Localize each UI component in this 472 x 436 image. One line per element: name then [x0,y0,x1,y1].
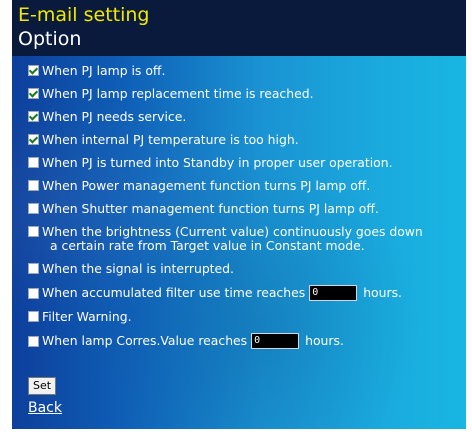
lamp-corres-label: When lamp Corres.Value reaches [42,333,248,348]
page-subtitle: Option [18,28,82,50]
power-management-checkbox[interactable] [28,180,39,191]
lamp-off-label: When PJ lamp is off. [42,63,166,78]
option-filter-warning: Filter Warning. [28,310,466,324]
temperature-high-checkbox[interactable] [28,134,39,145]
brightness-checkbox[interactable] [28,226,39,237]
signal-interrupted-checkbox[interactable] [28,263,39,274]
option-list: When PJ lamp is off. When PJ lamp replac… [28,64,466,358]
lamp-replacement-checkbox[interactable] [28,88,39,99]
option-temperature-high: When internal PJ temperature is too high… [28,133,466,147]
temperature-high-label: When internal PJ temperature is too high… [42,132,299,147]
lamp-corres-hours-input[interactable]: 0 [251,333,300,349]
option-shutter-management: When Shutter management function turns P… [28,202,466,216]
filter-time-checkbox[interactable] [28,287,39,299]
back-link[interactable]: Back [28,400,62,416]
needs-service-label: When PJ needs service. [42,109,187,124]
brightness-label-line1: When the brightness (Current value) cont… [42,224,423,239]
power-management-label: When Power management function turns PJ … [42,178,371,193]
lamp-corres-checkbox[interactable] [28,335,39,347]
option-signal-interrupted: When the signal is interrupted. [28,262,466,276]
option-lamp-off: When PJ lamp is off. [28,64,466,78]
lamp-off-checkbox[interactable] [28,65,39,76]
brightness-label-line2: a certain rate from Target value in Cons… [50,238,365,253]
page-title: E-mail setting [18,4,150,26]
filter-time-hours-input[interactable]: 0 [309,285,358,301]
option-lamp-replacement: When PJ lamp replacement time is reached… [28,87,466,101]
email-option-panel: E-mail setting Option When PJ lamp is of… [12,0,466,429]
needs-service-checkbox[interactable] [28,111,39,122]
filter-time-hours-label: hours. [363,285,402,300]
title-bar: E-mail setting Option [12,0,466,56]
option-power-management: When Power management function turns PJ … [28,179,466,193]
signal-interrupted-label: When the signal is interrupted. [42,261,234,276]
lamp-replacement-label: When PJ lamp replacement time is reached… [42,86,314,101]
option-lamp-corres: When lamp Corres.Value reaches 0 hours. [28,333,466,349]
brightness-label: When the brightness (Current value) cont… [42,225,423,253]
option-filter-time: When accumulated filter use time reaches… [28,285,466,301]
set-button[interactable]: Set [28,377,57,395]
standby-checkbox[interactable] [28,157,39,168]
filter-warning-label: Filter Warning. [42,309,132,324]
option-needs-service: When PJ needs service. [28,110,466,124]
option-standby: When PJ is turned into Standby in proper… [28,156,466,170]
lamp-corres-hours-label: hours. [305,333,344,348]
shutter-management-checkbox[interactable] [28,203,39,214]
shutter-management-label: When Shutter management function turns P… [42,201,379,216]
filter-time-label: When accumulated filter use time reaches [42,285,306,300]
option-brightness: When the brightness (Current value) cont… [28,225,466,253]
filter-warning-checkbox[interactable] [28,311,39,322]
standby-label: When PJ is turned into Standby in proper… [42,155,393,170]
